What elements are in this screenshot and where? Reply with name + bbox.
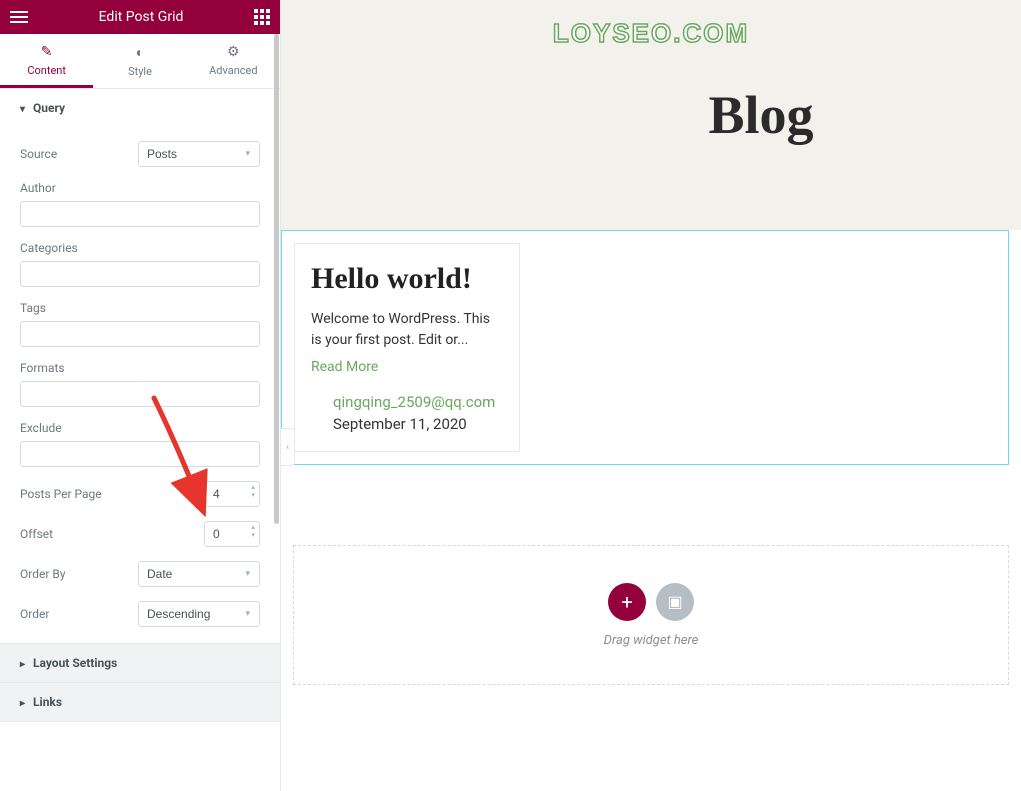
post-title[interactable]: Hello world! (311, 262, 503, 295)
posts-per-page-label: Posts Per Page (20, 487, 102, 501)
post-card: Hello world! Welcome to WordPress. This … (294, 243, 520, 452)
tab-style-label: Style (128, 65, 152, 78)
post-author[interactable]: qingqing_2509@qq.com (333, 393, 503, 411)
scrollbar[interactable] (273, 0, 280, 791)
scrollbar-thumb[interactable] (274, 34, 279, 524)
tab-style[interactable]: Style (93, 34, 186, 88)
folder-icon: ▣ (667, 592, 682, 611)
offset-input[interactable] (204, 521, 260, 547)
tags-label: Tags (20, 301, 260, 315)
section-layout-header[interactable]: Layout Settings (0, 644, 280, 682)
add-section-button[interactable]: + (608, 583, 646, 621)
drop-zone-label: Drag widget here (604, 633, 699, 648)
caret-right-icon (20, 656, 25, 670)
section-layout-settings: Layout Settings (0, 644, 280, 683)
collapse-sidebar-button[interactable]: ‹ (281, 428, 295, 466)
drop-zone[interactable]: + ▣ Drag widget here (293, 545, 1009, 685)
menu-icon[interactable] (10, 11, 28, 23)
widgets-grid-icon[interactable] (254, 9, 270, 25)
exclude-label: Exclude (20, 421, 260, 435)
source-select[interactable] (138, 141, 260, 167)
section-query-header[interactable]: Query (0, 89, 280, 127)
tab-content-label: Content (27, 64, 66, 77)
author-label: Author (20, 181, 260, 195)
watermark-text: LOYSEO.COM (553, 18, 749, 49)
formats-label: Formats (20, 361, 260, 375)
formats-input[interactable] (20, 381, 260, 407)
tab-advanced-label: Advanced (209, 64, 257, 77)
tab-content[interactable]: Content (0, 34, 93, 88)
source-label: Source (20, 147, 57, 161)
panel-tabs: Content Style Advanced (0, 34, 280, 89)
section-layout-title: Layout Settings (33, 656, 117, 670)
section-query-title: Query (33, 101, 65, 115)
post-date: September 11, 2020 (333, 415, 503, 433)
author-input[interactable] (20, 201, 260, 227)
caret-right-icon (20, 695, 25, 709)
section-links-header[interactable]: Links (0, 683, 280, 721)
order-label: Order (20, 607, 49, 621)
tab-advanced[interactable]: Advanced (187, 34, 280, 88)
gear-icon (187, 44, 280, 60)
categories-label: Categories (20, 241, 260, 255)
post-excerpt: Welcome to WordPress. This is your first… (311, 309, 503, 351)
offset-label: Offset (20, 527, 53, 541)
section-query: Query Source Author Categories (0, 89, 280, 644)
sidebar-header: Edit Post Grid (0, 0, 280, 34)
order-by-select[interactable] (138, 561, 260, 587)
post-grid-widget[interactable]: Hello world! Welcome to WordPress. This … (281, 230, 1009, 465)
pencil-icon (0, 44, 93, 60)
editor-sidebar: Edit Post Grid Content Style Advanced (0, 0, 281, 791)
exclude-input[interactable] (20, 441, 260, 467)
posts-per-page-input[interactable] (204, 481, 260, 507)
plus-icon: + (621, 590, 632, 614)
order-by-label: Order By (20, 567, 66, 581)
section-links: Links (0, 683, 280, 722)
caret-down-icon (20, 101, 25, 115)
order-select[interactable] (138, 601, 260, 627)
read-more-link[interactable]: Read More (311, 359, 503, 375)
style-icon (93, 44, 186, 61)
categories-input[interactable] (20, 261, 260, 287)
preview-area: LOYSEO.COM Blog Hello world! Welcome to … (281, 0, 1021, 791)
panel-title: Edit Post Grid (28, 9, 254, 25)
hero-title: Blog (708, 84, 813, 146)
tags-input[interactable] (20, 321, 260, 347)
hero-section: LOYSEO.COM Blog (281, 0, 1021, 230)
template-library-button[interactable]: ▣ (656, 583, 694, 621)
section-links-title: Links (33, 695, 62, 709)
